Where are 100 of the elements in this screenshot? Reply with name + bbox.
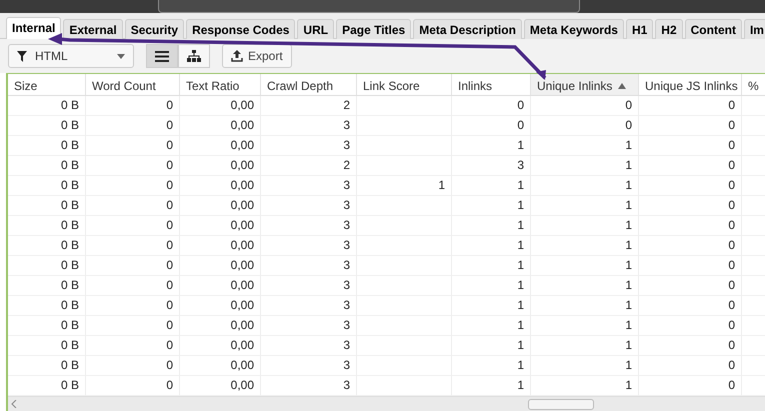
table-cell: 0 <box>86 336 180 356</box>
table-cell: 0 <box>86 356 180 376</box>
table-cell: 3 <box>261 196 357 216</box>
table-cell: 0 B <box>8 196 86 216</box>
table-cell: 0 B <box>8 96 86 116</box>
table-cell: 0 <box>639 236 742 256</box>
table-cell: 1 <box>531 176 639 196</box>
table-cell: 3 <box>261 216 357 236</box>
tab[interactable]: External <box>63 19 123 40</box>
table-cell: 0 <box>639 216 742 236</box>
table-cell: 0 <box>639 176 742 196</box>
table-cell: 1 <box>531 236 639 256</box>
table-cell: 3 <box>261 356 357 376</box>
table-cell: 0 <box>639 196 742 216</box>
table-cell: 0 B <box>8 336 86 356</box>
table-cell: 0 <box>86 196 180 216</box>
table-cell: 1 <box>531 336 639 356</box>
table-cell: 0,00 <box>180 116 261 136</box>
table-cell: 0 <box>639 136 742 156</box>
table-cell: 1 <box>452 196 531 216</box>
caret-icon <box>117 54 125 58</box>
table-cell: 0 <box>452 96 531 116</box>
list-icon <box>155 50 169 62</box>
table-cell: 0 <box>86 156 180 176</box>
table-cell: 0,00 <box>180 336 261 356</box>
scrollbar-thumb[interactable] <box>528 398 594 410</box>
table-cell: 1 <box>452 316 531 336</box>
table-cell: 0 B <box>8 136 86 156</box>
list-view-button[interactable] <box>146 44 178 68</box>
table-cell: 1 <box>531 296 639 316</box>
table-cell: 1 <box>452 256 531 276</box>
table-cell: 0,00 <box>180 296 261 316</box>
tab[interactable]: Im <box>744 19 765 40</box>
tab[interactable]: H1 <box>626 19 654 40</box>
table-cell: 1 <box>452 176 531 196</box>
table-cell: 0 B <box>8 176 86 196</box>
table-cell: 0,00 <box>180 176 261 196</box>
table-cell: 0 <box>639 276 742 296</box>
table-cell: 0 <box>639 296 742 316</box>
table-cell: 0 <box>86 296 180 316</box>
tab[interactable]: Meta Keywords <box>524 19 624 40</box>
table-cell: 0 <box>86 176 180 196</box>
table-cell: 3 <box>261 336 357 356</box>
column-header[interactable]: Unique Inlinks <box>531 74 639 96</box>
filter-dropdown[interactable]: HTML <box>8 44 134 68</box>
table-cell: 0 B <box>8 256 86 276</box>
table-cell: 0 B <box>8 216 86 236</box>
table-cell: 0,00 <box>180 96 261 116</box>
export-button[interactable]: Export <box>222 44 292 68</box>
tab[interactable]: URL <box>297 19 334 40</box>
table-cell: 1 <box>357 176 452 196</box>
tab[interactable]: Content <box>684 19 742 40</box>
table-cell: 0 <box>531 96 639 116</box>
hierarchy-icon <box>187 50 201 62</box>
scroll-left-icon[interactable] <box>11 400 17 408</box>
column-header[interactable]: Word Count <box>86 74 180 96</box>
table-cell: 0,00 <box>180 276 261 296</box>
table-cell: 0 <box>639 156 742 176</box>
table-cell: 1 <box>452 336 531 356</box>
horizontal-scrollbar[interactable] <box>8 396 765 411</box>
column-header[interactable]: Text Ratio <box>180 74 261 96</box>
column-header[interactable]: Link Score <box>357 74 452 96</box>
table-cell: 0,00 <box>180 136 261 156</box>
table-cell: 3 <box>261 236 357 256</box>
column-header[interactable]: Inlinks <box>452 74 531 96</box>
table-cell: 0 <box>639 356 742 376</box>
table-cell: 0 <box>639 336 742 356</box>
table-cell: 0 B <box>8 156 86 176</box>
table-cell: 3 <box>261 256 357 276</box>
tab[interactable]: Page Titles <box>336 19 412 40</box>
table-cell: 1 <box>531 136 639 156</box>
table-cell: 0,00 <box>180 356 261 376</box>
table-cell: 0,00 <box>180 236 261 256</box>
table-cell: 1 <box>452 356 531 376</box>
tab[interactable]: Internal <box>6 17 62 40</box>
column-header[interactable]: Unique JS Inlinks <box>639 74 742 96</box>
table-cell: 0 <box>86 236 180 256</box>
column-header[interactable]: Size <box>8 74 86 96</box>
tree-view-button[interactable] <box>178 44 210 68</box>
tab[interactable]: H2 <box>655 19 683 40</box>
table-cell: 0 <box>86 216 180 236</box>
tab[interactable]: Response Codes <box>186 19 296 40</box>
table-cell: 1 <box>531 356 639 376</box>
table-cell: 1 <box>452 276 531 296</box>
table-cell: 0 <box>86 116 180 136</box>
table-cell: 1 <box>531 316 639 336</box>
table-cell: 0 <box>639 116 742 136</box>
table-cell: 0 <box>639 316 742 336</box>
table-cell: 0 <box>86 316 180 336</box>
table-cell: 0,00 <box>180 156 261 176</box>
table-cell: 0,00 <box>180 216 261 236</box>
table-cell: 0 <box>86 256 180 276</box>
table-cell: 0,00 <box>180 256 261 276</box>
tab[interactable]: Security <box>124 19 184 40</box>
table-cell: 0 B <box>8 276 86 296</box>
table-cell: 3 <box>261 176 357 196</box>
table-cell: 0 B <box>8 116 86 136</box>
tab[interactable]: Meta Description <box>413 19 522 40</box>
table-cell: 0 B <box>8 316 86 336</box>
column-header[interactable]: Crawl Depth <box>261 74 357 96</box>
